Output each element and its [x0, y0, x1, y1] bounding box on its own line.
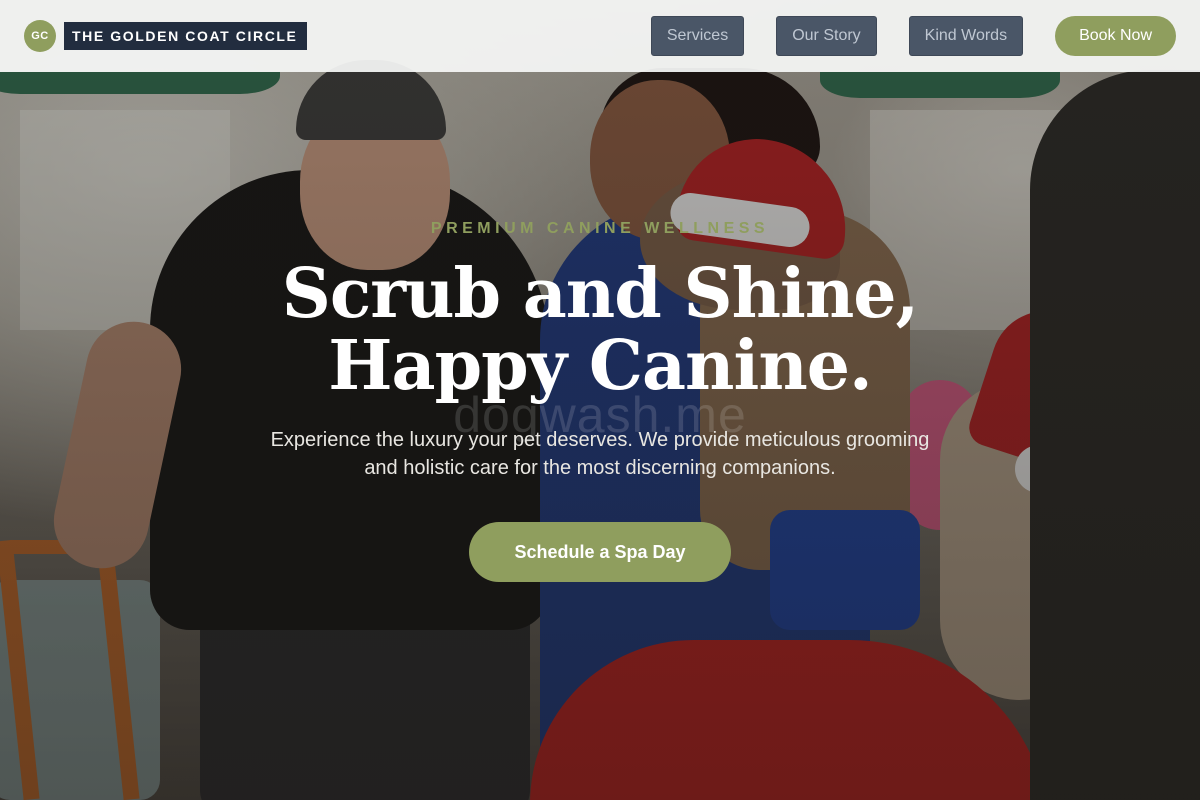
book-now-button[interactable]: Book Now — [1055, 16, 1176, 56]
hero-headline: Scrub and Shine, Happy Canine. — [0, 258, 1200, 402]
headline-line-1: Scrub and Shine, — [281, 254, 919, 334]
logo-badge[interactable]: GC — [24, 20, 56, 52]
nav-kind-words-button[interactable]: Kind Words — [908, 16, 1024, 56]
hero-section: PREMIUM CANINE WELLNESS Scrub and Shine,… — [0, 72, 1200, 800]
hero-eyebrow: PREMIUM CANINE WELLNESS — [430, 220, 770, 237]
brand-name[interactable]: THE GOLDEN COAT CIRCLE — [64, 22, 307, 50]
nav-services-button[interactable]: Services — [650, 16, 745, 56]
hero-subtext: Experience the luxury your pet deserves.… — [270, 429, 930, 479]
nav-our-story-button[interactable]: Our Story — [776, 16, 877, 56]
schedule-spa-day-button[interactable]: Schedule a Spa Day — [469, 522, 731, 582]
site-header: GC THE GOLDEN COAT CIRCLE Services Our S… — [0, 0, 1200, 72]
main-nav: Services Our Story Kind Words Book Now — [650, 16, 1176, 56]
